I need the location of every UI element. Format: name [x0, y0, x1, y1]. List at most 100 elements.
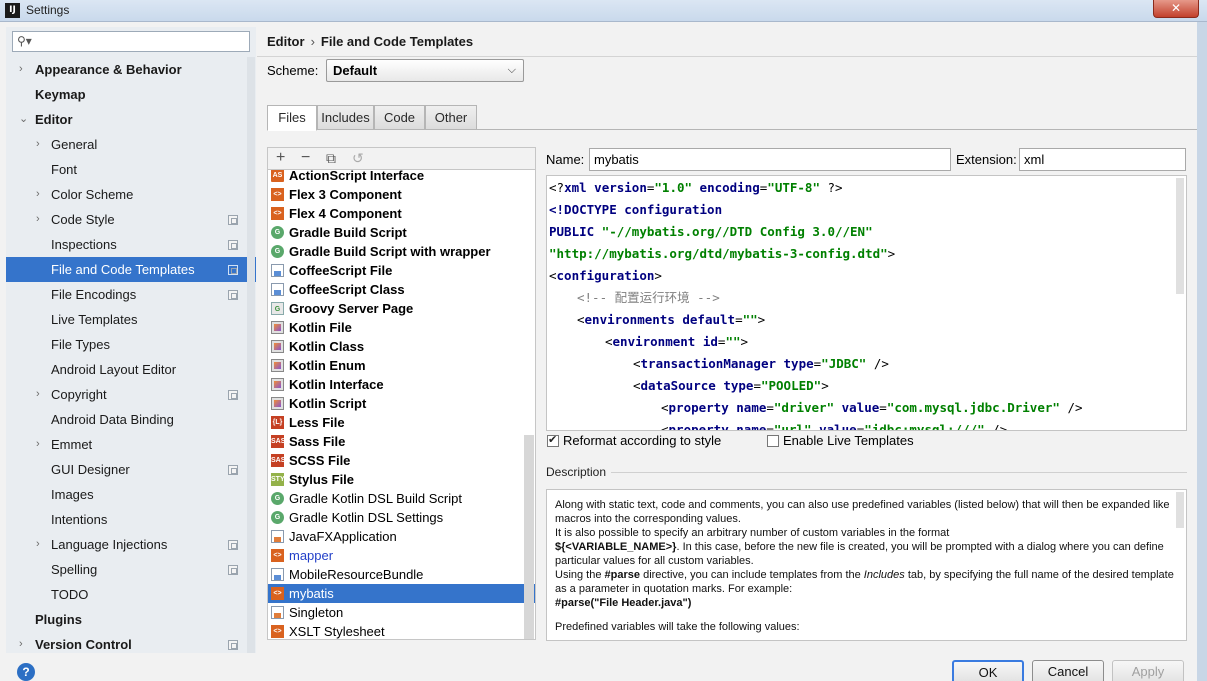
template-item[interactable]: G Gradle Build Script — [268, 223, 535, 242]
reformat-label: Reformat according to style — [563, 433, 722, 448]
chevron-right-icon[interactable]: › — [19, 632, 23, 657]
template-item[interactable]: Kotlin Script — [268, 394, 535, 413]
template-code-editor[interactable]: <?xml version="1.0" encoding="UTF-8" ?> <… — [546, 175, 1187, 431]
sidebar-item-gui-designer[interactable]: GUI Designer — [6, 457, 256, 482]
template-item[interactable]: Kotlin Interface — [268, 375, 535, 394]
sidebar-scrollbar[interactable] — [247, 57, 255, 653]
template-item[interactable]: <> Flex 3 Component — [268, 185, 535, 204]
help-button[interactable]: ? — [17, 663, 35, 681]
template-item[interactable]: {L} Less File — [268, 413, 535, 432]
sidebar-item-file-types[interactable]: File Types — [6, 332, 256, 357]
reformat-checkbox[interactable]: Reformat according to style — [547, 433, 721, 448]
gradle-file-icon: G — [271, 492, 284, 505]
chevron-right-icon[interactable]: › — [36, 382, 40, 407]
editor-scrollbar[interactable] — [1176, 178, 1184, 294]
sidebar-item-font[interactable]: Font — [6, 157, 256, 182]
template-item[interactable]: CoffeeScript Class — [268, 280, 535, 299]
template-list-scrollbar[interactable] — [524, 435, 534, 639]
template-item[interactable]: <> Flex 4 Component — [268, 204, 535, 223]
project-scope-icon — [228, 465, 238, 475]
sidebar-item-emmet[interactable]: › Emmet — [6, 432, 256, 457]
template-item[interactable]: CoffeeScript File — [268, 261, 535, 280]
template-item[interactable]: <> mybatis — [268, 584, 535, 603]
template-item[interactable]: Kotlin Class — [268, 337, 535, 356]
tab-code[interactable]: Code — [374, 105, 425, 130]
template-item[interactable]: Kotlin File — [268, 318, 535, 337]
sidebar-item-code-style[interactable]: › Code Style — [6, 207, 256, 232]
sidebar-item-live-templates[interactable]: Live Templates — [6, 307, 256, 332]
ok-button[interactable]: OK — [952, 660, 1024, 681]
template-item[interactable]: MobileResourceBundle — [268, 565, 535, 584]
extension-label: Extension: — [956, 152, 1017, 167]
tab-includes[interactable]: Includes — [317, 105, 374, 130]
chevron-right-icon[interactable]: › — [19, 57, 23, 82]
sidebar-item-file-encodings[interactable]: File Encodings — [6, 282, 256, 307]
template-item[interactable]: AS ActionScript Interface — [268, 169, 535, 185]
chevron-right-icon[interactable]: › — [36, 207, 40, 232]
sidebar-item-color-scheme[interactable]: › Color Scheme — [6, 182, 256, 207]
name-label: Name: — [546, 152, 585, 167]
template-item-label: Gradle Kotlin DSL Settings — [289, 510, 444, 525]
template-item[interactable]: SASS SCSS File — [268, 451, 535, 470]
sidebar-item-keymap[interactable]: Keymap — [6, 82, 256, 107]
sidebar-item-file-and-code-templates[interactable]: File and Code Templates — [6, 257, 256, 282]
scheme-select[interactable]: Default ⌵ — [326, 59, 524, 82]
template-item[interactable]: SASS Sass File — [268, 432, 535, 451]
sass-file-icon: SASS — [271, 435, 290, 448]
template-item[interactable]: Kotlin Enum — [268, 356, 535, 375]
description-scrollbar[interactable] — [1176, 492, 1184, 528]
sass-file-icon: SASS — [271, 454, 290, 467]
sidebar-item-appearance-behavior[interactable]: › Appearance & Behavior — [6, 57, 256, 82]
sidebar-item-copyright[interactable]: › Copyright — [6, 382, 256, 407]
template-item[interactable]: G Gradle Build Script with wrapper — [268, 242, 535, 261]
extension-field[interactable]: xml — [1019, 148, 1186, 171]
chevron-right-icon[interactable]: › — [36, 432, 40, 457]
template-item[interactable]: G Gradle Kotlin DSL Settings — [268, 508, 535, 527]
groovy-file-icon: G — [271, 302, 284, 315]
sidebar-item-images[interactable]: Images — [6, 482, 256, 507]
sidebar-item-intentions[interactable]: Intentions — [6, 507, 256, 532]
add-icon[interactable]: + — [276, 149, 285, 167]
sidebar-item-version-control[interactable]: › Version Control — [6, 632, 256, 657]
sidebar-item-inspections[interactable]: Inspections — [6, 232, 256, 257]
cancel-button[interactable]: Cancel — [1032, 660, 1104, 681]
sidebar-item-android-layout-editor[interactable]: Android Layout Editor — [6, 357, 256, 382]
template-item[interactable]: <> mapper — [268, 546, 535, 565]
name-field[interactable]: mybatis — [589, 148, 951, 171]
copy-icon[interactable]: ⧉ — [326, 150, 336, 167]
description-paragraph: It is also possible to specify an arbitr… — [555, 527, 1164, 567]
chevron-right-icon[interactable]: › — [36, 132, 40, 157]
sidebar-item-spelling[interactable]: Spelling — [6, 557, 256, 582]
template-item-label: ActionScript Interface — [289, 169, 425, 183]
tab-files[interactable]: Files — [267, 105, 317, 131]
chevron-right-icon[interactable]: › — [36, 532, 40, 557]
template-item[interactable]: STYL Stylus File — [268, 470, 535, 489]
window-title: Settings — [26, 3, 70, 17]
sidebar-item-android-data-binding[interactable]: Android Data Binding — [6, 407, 256, 432]
sidebar-item-plugins[interactable]: Plugins — [6, 607, 256, 632]
chevron-right-icon[interactable]: › — [36, 182, 40, 207]
apply-button[interactable]: Apply — [1112, 660, 1184, 681]
reset-icon[interactable]: ↺ — [352, 150, 364, 167]
chevron-down-icon[interactable]: ⌄ — [19, 107, 28, 132]
remove-icon[interactable]: − — [301, 149, 310, 167]
template-item[interactable]: Singleton — [268, 603, 535, 622]
chevron-down-icon: ⌵ — [507, 64, 516, 76]
template-item[interactable]: JavaFXApplication — [268, 527, 535, 546]
sidebar-item-editor[interactable]: ⌄ Editor — [6, 107, 256, 132]
template-item-label: Stylus File — [289, 472, 355, 487]
template-item[interactable]: G Groovy Server Page — [268, 299, 535, 318]
tab-other[interactable]: Other — [425, 105, 477, 130]
live-templates-checkbox[interactable]: Enable Live Templates — [767, 433, 914, 448]
app-icon: IJ — [5, 3, 20, 18]
breadcrumb-parent[interactable]: Editor — [267, 34, 305, 49]
template-item[interactable]: G Gradle Kotlin DSL Build Script — [268, 489, 535, 508]
sidebar-item-language-injections[interactable]: › Language Injections — [6, 532, 256, 557]
live-templates-label: Enable Live Templates — [783, 433, 914, 448]
close-window-button[interactable]: ✕ — [1153, 0, 1199, 18]
search-input[interactable]: ⚲▾ — [12, 31, 250, 52]
sidebar-item-todo[interactable]: TODO — [6, 582, 256, 607]
template-item[interactable]: <> XSLT Stylesheet — [268, 622, 535, 639]
sidebar-item-label: Copyright — [51, 387, 107, 402]
sidebar-item-general[interactable]: › General — [6, 132, 256, 157]
